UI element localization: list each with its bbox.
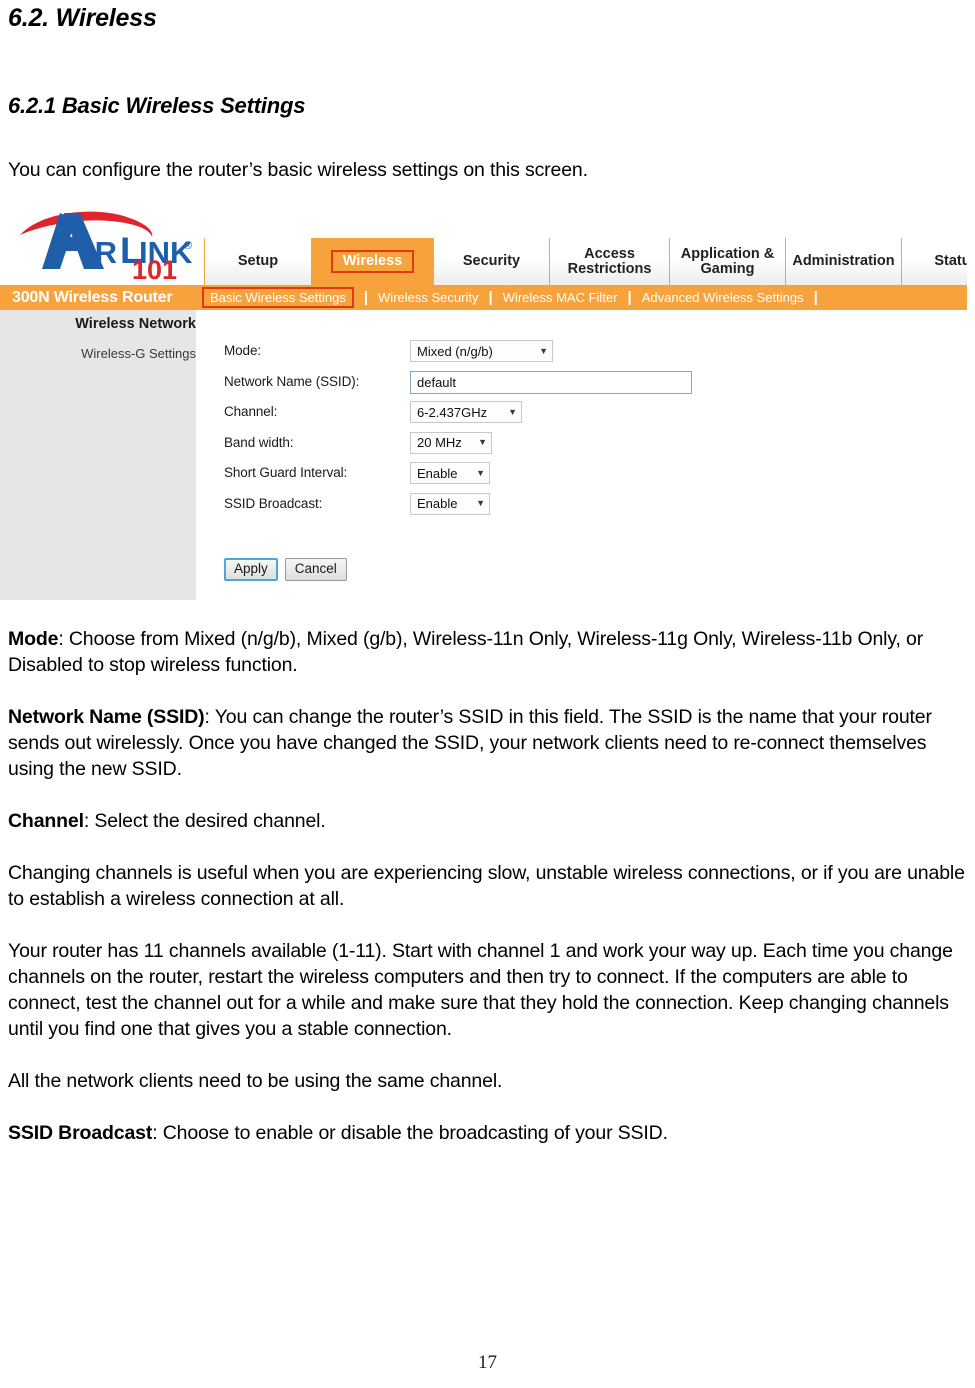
form-row-short-guard-interval: Short Guard Interval: Enable ▼: [224, 462, 692, 493]
chevron-down-icon: ▼: [508, 406, 517, 417]
svg-text:®: ®: [184, 240, 192, 252]
screenshot-header: IR L INK ® 101 Setup Wireless Security A…: [0, 205, 967, 285]
svg-text:IR: IR: [86, 235, 117, 270]
router-admin-screenshot: IR L INK ® 101 Setup Wireless Security A…: [0, 205, 967, 600]
description-text: : Select the desired channel.: [83, 810, 326, 832]
short-guard-interval-value: Enable: [417, 465, 458, 481]
form-row-mode: Mode: Mixed (n/g/b) ▼: [224, 340, 692, 371]
apply-button[interactable]: Apply: [224, 558, 278, 581]
chevron-down-icon: ▼: [476, 467, 485, 478]
channel-label: Channel:: [224, 404, 278, 419]
mode-select[interactable]: Mixed (n/g/b) ▼: [410, 340, 553, 362]
sub-nav-bar: 300N Wireless Router Basic Wireless Sett…: [0, 285, 967, 310]
form-row-bandwidth: Band width: 20 MHz ▼: [224, 431, 692, 463]
bandwidth-value: 20 MHz: [417, 435, 462, 450]
page-number: 17: [478, 1352, 497, 1373]
tab-setup[interactable]: Setup: [204, 238, 312, 285]
chevron-down-icon: ▼: [539, 345, 548, 356]
subtab-separator: |: [813, 289, 818, 306]
airlink-logo-svg: IR L INK ® 101: [20, 211, 193, 281]
tab-setup-label: Setup: [237, 253, 279, 269]
tab-access-restrictions[interactable]: Access Restrictions: [550, 238, 670, 285]
subtab-separator: |: [488, 289, 493, 306]
description-text: : Choose to enable or disable the broadc…: [152, 1122, 668, 1144]
wireless-settings-form: Mode: Mixed (n/g/b) ▼ Network Name (SSID…: [224, 340, 692, 523]
screenshot-body: Wireless Network Wireless-G Settings Mod…: [0, 310, 967, 600]
description-text: : Choose from Mixed (n/g/b), Mixed (g/b)…: [8, 628, 924, 676]
tab-wireless-label: Wireless: [330, 250, 415, 273]
sidebar-item-wireless-g-settings: Wireless-G Settings: [81, 346, 196, 361]
chevron-down-icon: ▼: [478, 437, 487, 447]
tab-access-restrictions-label: Access Restrictions: [567, 245, 652, 277]
subtab-wireless-mac-filter[interactable]: Wireless MAC Filter: [503, 290, 618, 305]
mode-label: Mode:: [224, 343, 262, 358]
subtab-advanced-wireless-settings[interactable]: Advanced Wireless Settings: [642, 290, 804, 305]
svg-text:101: 101: [132, 255, 177, 281]
ssid-input[interactable]: default: [410, 370, 692, 394]
document-page: 6.2. Wireless 6.2.1 Basic Wireless Setti…: [0, 0, 975, 1388]
tab-security-label: Security: [462, 253, 521, 269]
form-row-channel: Channel: 6-2.437GHz ▼: [224, 401, 692, 432]
sidebar-title: Wireless Network: [75, 316, 196, 332]
tab-application-gaming[interactable]: Application & Gaming: [670, 238, 786, 285]
airlink-logo: IR L INK ® 101: [14, 207, 204, 281]
description-mode: Mode: Choose from Mixed (n/g/b), Mixed (…: [8, 626, 967, 678]
ssid-value: default: [417, 374, 457, 390]
description-channel: Channel: Select the desired channel.: [8, 808, 967, 834]
intro-paragraph: You can configure the router’s basic wir…: [8, 159, 588, 181]
subtab-wireless-security[interactable]: Wireless Security: [378, 290, 478, 305]
mode-value: Mixed (n/g/b): [417, 343, 493, 359]
paragraph-changing-channels: Changing channels is useful when you are…: [8, 862, 965, 910]
description-term: SSID Broadcast: [8, 1122, 153, 1144]
tab-status-label: Status: [934, 253, 967, 269]
chevron-down-icon: ▼: [476, 498, 485, 508]
form-row-ssid: Network Name (SSID): default: [224, 370, 692, 402]
channel-select[interactable]: 6-2.437GHz ▼: [410, 401, 522, 423]
ssid-broadcast-label: SSID Broadcast:: [224, 495, 323, 511]
channel-value: 6-2.437GHz: [417, 404, 488, 420]
paragraph-same-channel: All the network clients need to be using…: [8, 1070, 503, 1092]
bandwidth-label: Band width:: [224, 434, 294, 450]
short-guard-interval-label: Short Guard Interval:: [224, 465, 348, 480]
form-actions: Apply Cancel: [224, 558, 347, 581]
ssid-broadcast-value: Enable: [417, 496, 458, 511]
subtab-separator: |: [363, 289, 369, 306]
short-guard-interval-select[interactable]: Enable ▼: [410, 462, 490, 484]
description-term: Network Name (SSID): [8, 706, 205, 728]
subtab-basic-wireless-settings[interactable]: Basic Wireless Settings: [202, 287, 354, 308]
tab-status[interactable]: Status: [902, 238, 967, 285]
description-ssid: Network Name (SSID): You can change the …: [8, 704, 967, 782]
paragraph-channel-guidance: Your router has 11 channels available (1…: [8, 940, 953, 1040]
main-nav-tabs: Setup Wireless Security Access Restrictio…: [204, 238, 967, 285]
description-term: Channel: [8, 810, 84, 832]
description-term: Mode: [8, 628, 59, 650]
tab-security[interactable]: Security: [434, 238, 550, 285]
subsection-heading: 6.2.1 Basic Wireless Settings: [8, 93, 306, 118]
settings-sidebar: Wireless Network Wireless-G Settings: [0, 310, 196, 600]
router-model-label: 300N Wireless Router: [12, 288, 173, 306]
cancel-button[interactable]: Cancel: [284, 558, 347, 581]
section-heading: 6.2. Wireless: [8, 4, 157, 32]
form-row-ssid-broadcast: SSID Broadcast: Enable ▼: [224, 492, 692, 524]
tab-administration[interactable]: Administration: [786, 238, 902, 285]
ssid-broadcast-select[interactable]: Enable ▼: [410, 492, 490, 515]
description-ssid-broadcast: SSID Broadcast: Choose to enable or disa…: [8, 1120, 967, 1146]
tab-administration-label: Administration: [792, 253, 895, 269]
ssid-label: Network Name (SSID):: [224, 373, 360, 389]
tab-wireless[interactable]: Wireless: [312, 238, 434, 285]
subtab-separator: |: [627, 289, 632, 306]
tab-application-gaming-label: Application & Gaming: [680, 245, 775, 277]
bandwidth-select[interactable]: 20 MHz ▼: [410, 431, 492, 454]
